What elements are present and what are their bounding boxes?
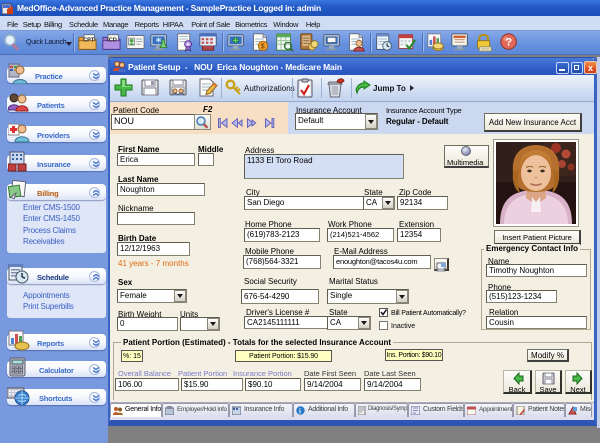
svg-text:Jump To: Jump To — [373, 84, 406, 93]
svg-text:?: ? — [505, 36, 512, 48]
svg-text:ICD: ICD — [107, 38, 117, 44]
svg-text:Authorizations: Authorizations — [244, 84, 295, 93]
svg-text:CPT: CPT — [83, 38, 95, 44]
svg-text:$: $ — [261, 43, 265, 50]
